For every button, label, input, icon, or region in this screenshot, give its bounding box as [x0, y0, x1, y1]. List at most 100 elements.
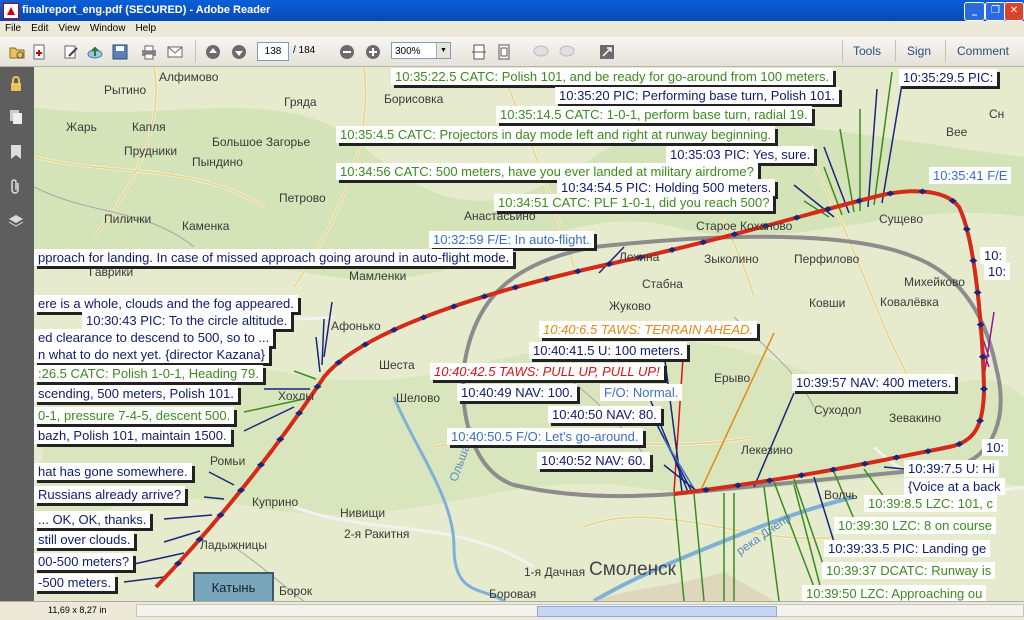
- transcript-label: Russians already arrive?: [34, 486, 186, 503]
- map-place: Каменка: [182, 219, 230, 233]
- transcript-label: hat has gone somewhere.: [34, 463, 192, 480]
- map-place: Сущево: [879, 212, 923, 226]
- page-total: / 184: [293, 45, 316, 56]
- map-place: Стабна: [642, 277, 683, 291]
- minimize-button[interactable]: _: [964, 2, 985, 21]
- waypoint-marker: [962, 226, 971, 233]
- envelope-icon: [167, 46, 183, 58]
- pages-icon[interactable]: [8, 109, 24, 125]
- waypoint-marker: [978, 353, 987, 360]
- document-view[interactable]: Алфимово Рытино Грядa Борисовка Жарь Кап…: [34, 67, 1024, 601]
- scrollbar-thumb[interactable]: [537, 606, 777, 617]
- map-place: Борисовка: [384, 92, 444, 106]
- status-bar: 11,69 x 8,27 in: [0, 601, 1024, 620]
- map-place: Анастасьино: [464, 209, 536, 223]
- transcript-label: 10:40:50 NAV: 80.: [548, 406, 661, 423]
- map-place: Гаврики: [89, 265, 134, 279]
- transcript-label: 10:34:56 CATC: 500 meters, have you ever…: [336, 163, 758, 180]
- map-place: Шеста: [379, 358, 415, 372]
- sign-button[interactable]: Sign: [907, 44, 931, 58]
- waypoint-marker: [973, 289, 982, 296]
- chevron-down-icon[interactable]: ▼: [436, 43, 450, 58]
- map-place: Ромьи: [210, 454, 246, 468]
- horizontal-scrollbar[interactable]: [136, 604, 1024, 617]
- menu-edit[interactable]: Edit: [26, 21, 53, 34]
- previous-page-button[interactable]: [203, 42, 223, 62]
- map-place: 1-я Дачная: [524, 565, 586, 579]
- map-place: Вее: [946, 125, 968, 139]
- transcript-label: 10:30:43 PIC: To the circle altitude.: [82, 312, 292, 329]
- transcript-label: 00-500 meters?: [34, 553, 134, 570]
- comment-button[interactable]: Comment: [957, 44, 1009, 58]
- transcript-label: 10:39:8.5 LZC: 101, c: [864, 495, 998, 512]
- menu-help[interactable]: Help: [130, 21, 161, 34]
- next-page-button[interactable]: [229, 42, 249, 62]
- map-place: Пилички: [104, 212, 152, 226]
- highlight-button[interactable]: [557, 42, 577, 62]
- maximize-button[interactable]: ❐: [985, 2, 1006, 21]
- transcript-label: 10:: [982, 439, 1009, 456]
- transcript-label: 10:40:50.5 F/O: Let's go-around.: [447, 428, 643, 445]
- fullscreen-button[interactable]: [597, 42, 617, 62]
- window-title: finalreport_eng.pdf (SECURED) - Adobe Re…: [22, 4, 271, 16]
- fit-width-button[interactable]: [469, 42, 489, 62]
- create-pdf-button[interactable]: [29, 42, 49, 62]
- transcript-label: {Voice at a back: [904, 478, 1005, 495]
- zoom-out-button[interactable]: [337, 42, 357, 62]
- transcript-label: 10:39:50 LZC: Approaching ou: [802, 585, 987, 601]
- lock-icon[interactable]: [8, 76, 24, 92]
- menu-window[interactable]: Window: [85, 21, 131, 34]
- transcript-label: :26.5 CATC: Polish 1-0-1, Heading 79.: [34, 365, 263, 382]
- menu-view[interactable]: View: [53, 21, 85, 34]
- toolbar-separator: [895, 40, 896, 62]
- map-place: Михейково: [904, 275, 965, 289]
- comment-note-button[interactable]: [531, 42, 551, 62]
- transcript-label: n what to do next yet. {director Kazana}: [34, 346, 269, 363]
- waypoint-marker: [969, 257, 978, 264]
- transcript-label: 10:: [980, 247, 1007, 264]
- edit-button[interactable]: [61, 42, 81, 62]
- transcript-label: 10:35:14.5 CATC: 1-0-1, perform base tur…: [496, 106, 812, 123]
- printer-icon: [142, 45, 156, 60]
- transcript-label: 10:35:41 F/E: [929, 167, 1012, 184]
- page-size: 11,69 x 8,27 in: [48, 605, 107, 615]
- bookmark-icon[interactable]: [8, 144, 24, 160]
- transcript-label: 10:35:4.5 CATC: Projectors in day mode l…: [336, 126, 776, 143]
- map-place: Волчь: [824, 488, 858, 502]
- transcript-label: 10:39:7.5 U: Hi: [904, 460, 999, 477]
- tools-button[interactable]: Tools: [853, 44, 881, 58]
- map-place: Жуково: [609, 299, 651, 313]
- print-button[interactable]: [139, 42, 159, 62]
- zoom-in-button[interactable]: [363, 42, 383, 62]
- email-button[interactable]: [165, 42, 185, 62]
- fit-page-button[interactable]: [494, 42, 514, 62]
- transcript-label: scending, 500 meters, Polish 101.: [34, 385, 238, 402]
- page-number-input[interactable]: 138: [257, 42, 289, 61]
- map-place: Жарь: [66, 120, 97, 134]
- plus-circle-icon: [366, 45, 380, 59]
- open-button[interactable]: [7, 42, 27, 62]
- map-place: Прудники: [124, 144, 178, 158]
- waypoint-marker: [976, 321, 985, 328]
- transcript-label: still over clouds.: [34, 531, 135, 548]
- layers-icon[interactable]: [8, 213, 24, 229]
- zoom-select[interactable]: 300% ▼: [391, 42, 451, 59]
- map-place: Куприно: [252, 495, 299, 509]
- map-place: Большое Загорье: [212, 135, 311, 149]
- cloud-upload-button[interactable]: [85, 42, 105, 62]
- map-place: Лехина: [619, 250, 660, 264]
- menu-file[interactable]: File: [0, 21, 26, 34]
- map-place: Ладыжницы: [200, 538, 268, 552]
- map-place: Сн: [989, 107, 1005, 121]
- transcript-label: 10:39:37 DCATC: Runway is: [822, 562, 996, 579]
- toolbar-separator: [195, 40, 196, 62]
- save-button[interactable]: [110, 42, 130, 62]
- close-button[interactable]: ✕: [1004, 2, 1024, 21]
- map-place: Грядa: [284, 95, 317, 109]
- map-place: Шелово: [396, 391, 440, 405]
- map-place: Зыколино: [704, 252, 759, 266]
- transcript-label: 10:40:42.5 TAWS: PULL UP, PULL UP!: [430, 363, 664, 380]
- transcript-label: 10:40:6.5 TAWS: TERRAIN AHEAD.: [539, 321, 757, 338]
- minus-circle-icon: [340, 45, 354, 59]
- paperclip-icon[interactable]: [8, 179, 24, 195]
